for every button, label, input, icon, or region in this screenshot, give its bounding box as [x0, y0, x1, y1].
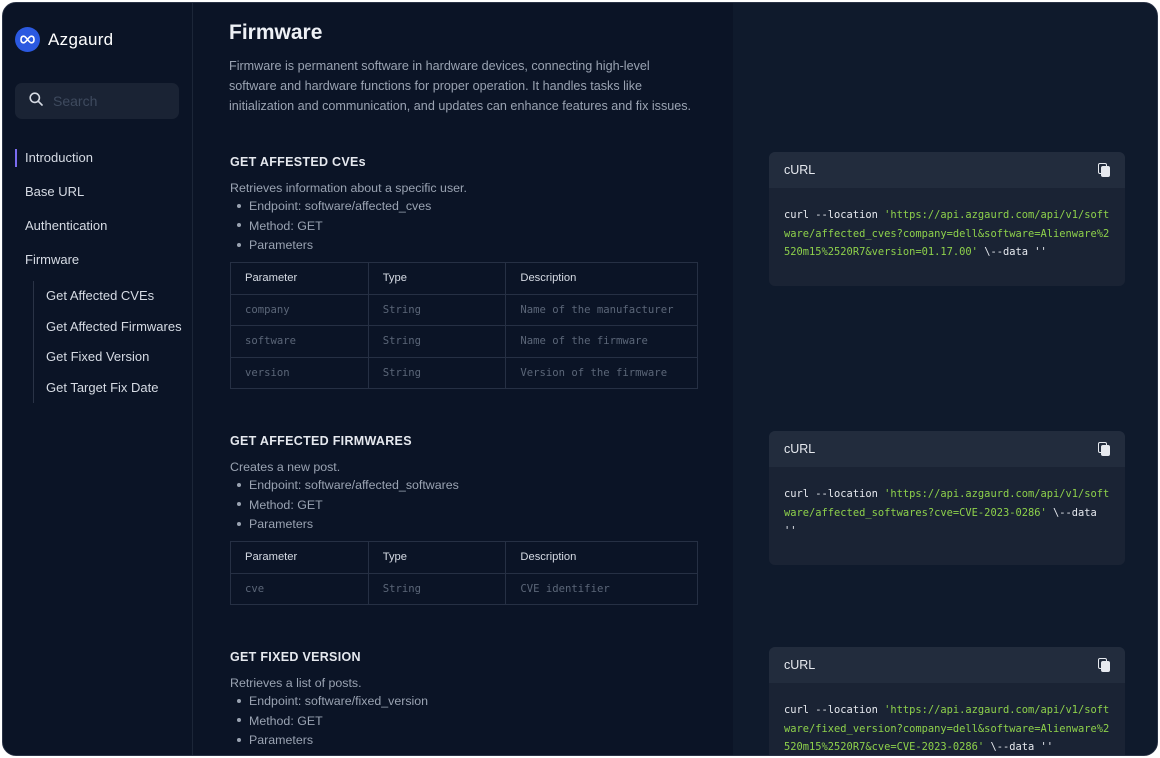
- table-header-row: Parameter Type Description: [230, 541, 698, 574]
- table-cell: company: [230, 293, 369, 327]
- code-card-header: cURL: [769, 647, 1125, 683]
- list-item: Parameters: [230, 236, 700, 256]
- list-item: Method: GET: [230, 712, 700, 732]
- column-header: Parameter: [230, 541, 369, 574]
- sidebar: Azgaurd Introduction Base URL Authentica…: [3, 3, 193, 755]
- column-header: Type: [367, 262, 507, 295]
- search-icon: [29, 91, 43, 111]
- code-language-label: cURL: [784, 658, 816, 672]
- sidebar-subitem-get-target-fix-date[interactable]: Get Target Fix Date: [34, 373, 185, 404]
- main-content: Firmware Firmware is permanent software …: [194, 3, 732, 755]
- copy-icon[interactable]: [1097, 658, 1111, 672]
- section-description: Retrieves information about a specific u…: [230, 181, 467, 195]
- code-card-affected-firmwares: cURL curl --location 'https://api.azgaur…: [769, 431, 1125, 565]
- code-block: curl --location 'https://api.azgaurd.com…: [784, 209, 1110, 258]
- firmware-subnav: Get Affected CVEs Get Affected Firmwares…: [33, 281, 185, 403]
- column-header: Description: [505, 541, 698, 574]
- sidebar-nav: Introduction Base URL Authentication Fir…: [15, 141, 185, 403]
- code-block: curl --location 'https://api.azgaurd.com…: [784, 488, 1110, 537]
- sidebar-subitem-get-affected-firmwares[interactable]: Get Affected Firmwares: [34, 312, 185, 343]
- code-card-affected-cves: cURL curl --location 'https://api.azgaur…: [769, 152, 1125, 286]
- search-box[interactable]: [15, 83, 179, 119]
- table-cell: CVE identifier: [505, 572, 698, 606]
- table-cell: String: [367, 572, 507, 606]
- parameters-table: Parameter Type Description company Strin…: [230, 262, 698, 390]
- table-cell: Version of the firmware: [505, 356, 698, 390]
- list-item: Parameters: [230, 731, 700, 751]
- code-panel: cURL curl --location 'https://api.azgaur…: [733, 3, 1157, 755]
- copy-icon[interactable]: [1097, 442, 1111, 456]
- section-title: GET AFFECTED FIRMWARES: [230, 434, 412, 448]
- table-cell: Name of the manufacturer: [505, 293, 698, 327]
- table-cell: String: [367, 293, 507, 327]
- table-cell: cve: [230, 572, 369, 606]
- section-title: GET AFFESTED CVEs: [230, 155, 366, 169]
- table-cell: String: [367, 325, 507, 358]
- endpoint-details: Endpoint: software/affected_softwares Me…: [230, 476, 700, 535]
- infinity-icon: [15, 27, 40, 52]
- page-intro: Firmware is permanent software in hardwa…: [229, 59, 692, 113]
- app-window: Azgaurd Introduction Base URL Authentica…: [2, 2, 1158, 756]
- code-language-label: cURL: [784, 442, 816, 456]
- search-input[interactable]: [53, 93, 163, 109]
- list-item: Method: GET: [230, 496, 700, 516]
- section-description: Retrieves a list of posts.: [230, 676, 362, 690]
- app-name: Azgaurd: [48, 29, 114, 49]
- table-cell: Name of the firmware: [505, 325, 698, 358]
- table-row: cve String CVE identifier: [230, 572, 698, 606]
- sidebar-subitem-get-fixed-version[interactable]: Get Fixed Version: [34, 342, 185, 373]
- column-header: Parameter: [230, 262, 369, 295]
- parameters-table: Parameter Type Description cve String CV…: [230, 541, 698, 606]
- table-row: software String Name of the firmware: [230, 325, 698, 358]
- section-fixed-version: GET FIXED VERSION Retrieves a list of po…: [230, 650, 700, 751]
- list-item: Endpoint: software/fixed_version: [230, 692, 700, 712]
- column-header: Description: [505, 262, 698, 295]
- section-affected-firmwares: GET AFFECTED FIRMWARES Creates a new pos…: [230, 434, 700, 606]
- table-cell: software: [230, 325, 369, 358]
- page-title: Firmware: [229, 21, 323, 44]
- table-cell: String: [367, 356, 507, 390]
- section-title: GET FIXED VERSION: [230, 650, 361, 664]
- table-cell: version: [230, 356, 369, 390]
- code-language-label: cURL: [784, 163, 816, 177]
- code-card-fixed-version: cURL curl --location 'https://api.azgaur…: [769, 647, 1125, 755]
- table-row: company String Name of the manufacturer: [230, 293, 698, 327]
- table-header-row: Parameter Type Description: [230, 262, 698, 295]
- code-card-header: cURL: [769, 431, 1125, 467]
- sidebar-item-introduction[interactable]: Introduction: [15, 141, 185, 175]
- code-block: curl --location 'https://api.azgaurd.com…: [784, 704, 1110, 753]
- endpoint-details: Endpoint: software/fixed_version Method:…: [230, 692, 700, 751]
- section-affected-cves: GET AFFESTED CVEs Retrieves information …: [230, 155, 700, 390]
- list-item: Endpoint: software/affected_softwares: [230, 476, 700, 496]
- list-item: Endpoint: software/affected_cves: [230, 197, 700, 217]
- copy-icon[interactable]: [1097, 163, 1111, 177]
- logo[interactable]: Azgaurd: [15, 27, 113, 52]
- sidebar-subitem-get-affected-cves[interactable]: Get Affected CVEs: [34, 281, 185, 312]
- sidebar-item-firmware[interactable]: Firmware: [15, 243, 185, 277]
- column-header: Type: [367, 541, 507, 574]
- sidebar-item-authentication[interactable]: Authentication: [15, 209, 185, 243]
- list-item: Method: GET: [230, 217, 700, 237]
- sidebar-item-base-url[interactable]: Base URL: [15, 175, 185, 209]
- list-item: Parameters: [230, 515, 700, 535]
- code-card-header: cURL: [769, 152, 1125, 188]
- endpoint-details: Endpoint: software/affected_cves Method:…: [230, 197, 700, 256]
- table-row: version String Version of the firmware: [230, 356, 698, 390]
- section-description: Creates a new post.: [230, 460, 341, 474]
